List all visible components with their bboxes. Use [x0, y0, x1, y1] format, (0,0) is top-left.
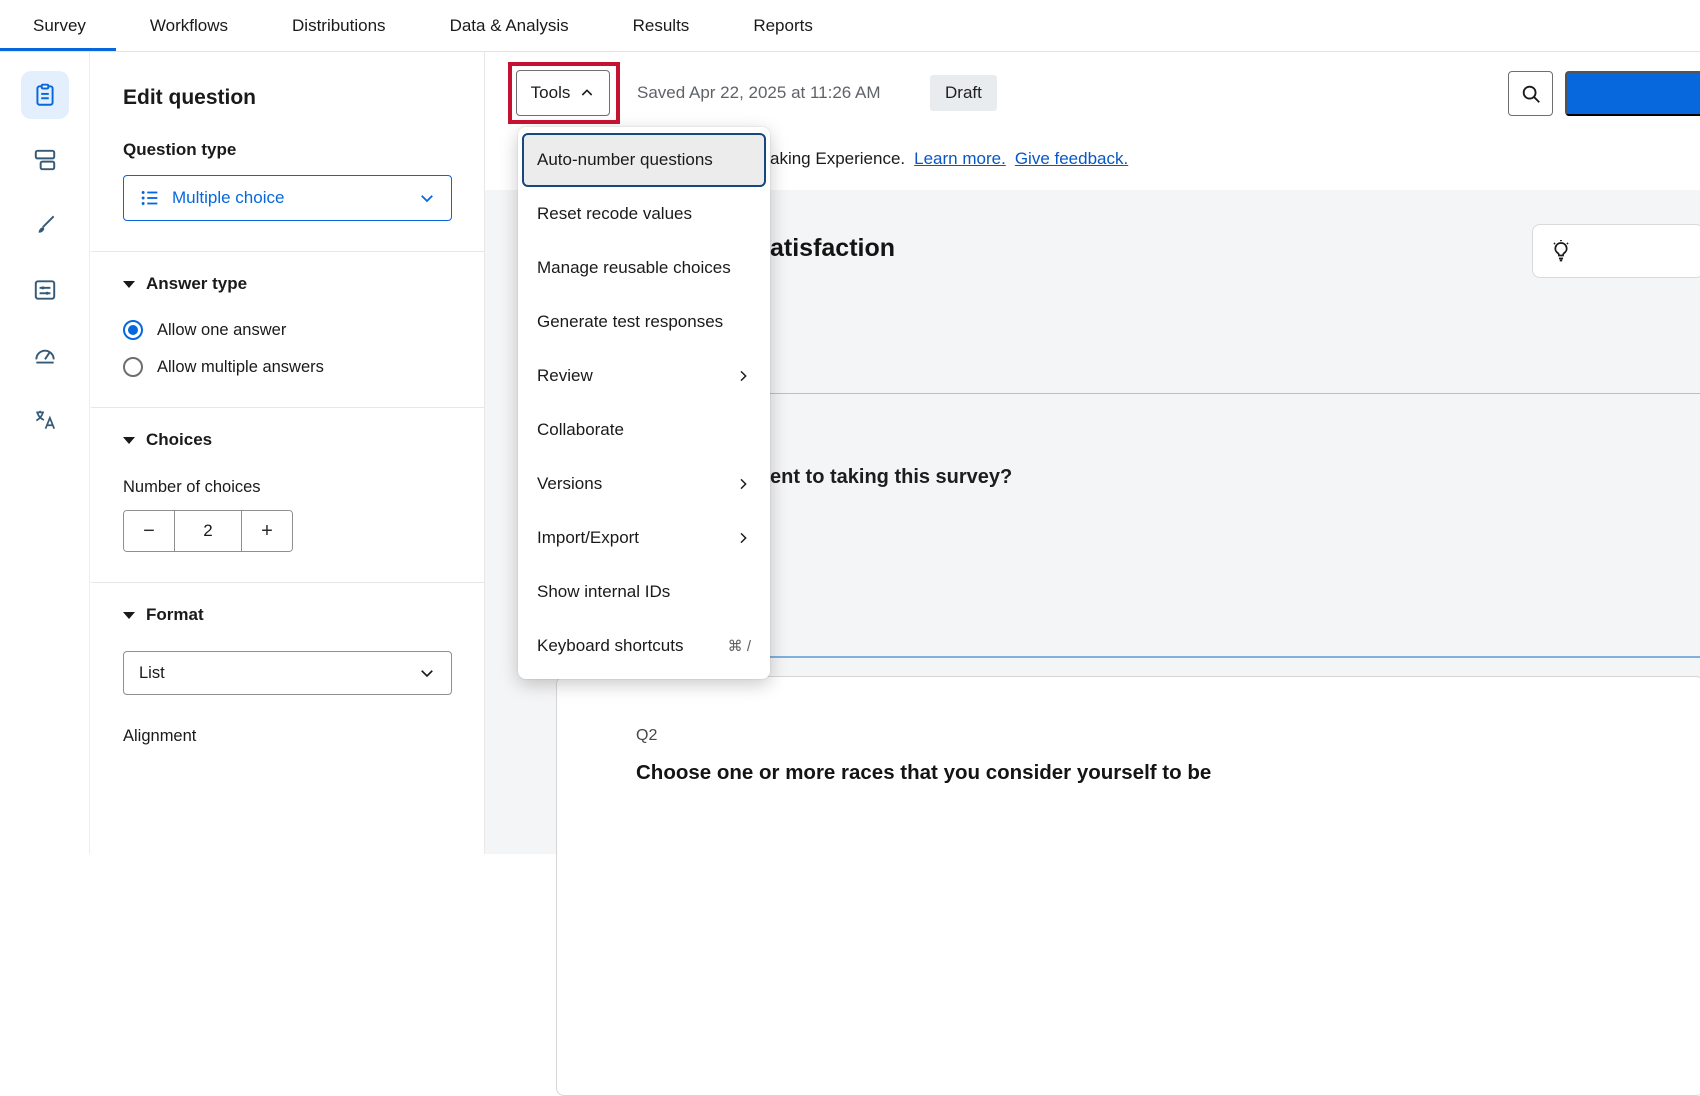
- saved-status-text: Saved Apr 22, 2025 at 11:26 AM: [637, 83, 881, 103]
- caret-down-icon: [123, 612, 135, 619]
- answer-type-section-header[interactable]: Answer type: [123, 274, 452, 294]
- blocks-icon: [32, 147, 58, 173]
- format-value: List: [139, 664, 165, 683]
- divider: [91, 407, 484, 408]
- radio-label: Allow multiple answers: [157, 358, 324, 377]
- radio-allow-multiple-answers[interactable]: Allow multiple answers: [123, 357, 452, 377]
- keyboard-shortcut-hint: ⌘ /: [728, 637, 751, 655]
- tab-data-analysis[interactable]: Data & Analysis: [450, 0, 569, 51]
- sliders-panel-icon: [32, 277, 58, 303]
- chevron-down-icon: [418, 189, 436, 207]
- question2-number: Q2: [636, 727, 657, 745]
- choices-label: Choices: [146, 430, 212, 450]
- question1-text-fragment[interactable]: ent to taking this survey?: [770, 466, 1012, 489]
- tab-reports[interactable]: Reports: [753, 0, 813, 51]
- learn-more-link[interactable]: Learn more.: [914, 149, 1006, 169]
- menu-item-label: Reset recode values: [537, 204, 692, 224]
- choices-section-header[interactable]: Choices: [123, 430, 452, 450]
- tab-distributions[interactable]: Distributions: [292, 0, 386, 51]
- format-select[interactable]: List: [123, 651, 452, 695]
- sidebar-item-translations[interactable]: [21, 396, 69, 444]
- left-icon-rail: [0, 52, 90, 854]
- publish-button-clipped[interactable]: [1565, 71, 1700, 116]
- gauge-icon: [32, 342, 58, 368]
- decrement-button[interactable]: −: [124, 511, 174, 551]
- sidebar-item-survey-options[interactable]: [21, 266, 69, 314]
- choices-stepper: − 2 +: [123, 510, 293, 552]
- radio-allow-one-answer[interactable]: Allow one answer: [123, 320, 452, 340]
- editor-toolbar: Tools Saved Apr 22, 2025 at 11:26 AM Dra…: [484, 52, 1700, 130]
- menu-item-auto-number-questions[interactable]: Auto-number questions: [524, 135, 764, 185]
- tab-workflows[interactable]: Workflows: [150, 0, 228, 51]
- menu-item-versions[interactable]: Versions: [518, 457, 770, 511]
- number-of-choices-label: Number of choices: [123, 478, 452, 497]
- give-feedback-link[interactable]: Give feedback.: [1015, 149, 1128, 169]
- list-type-icon: [139, 187, 161, 209]
- chevron-down-icon: [418, 664, 436, 682]
- sidebar-item-expert-review[interactable]: [21, 331, 69, 379]
- divider: [91, 251, 484, 252]
- lightbulb-icon: [1549, 239, 1573, 263]
- tools-button-label: Tools: [531, 83, 571, 103]
- increment-button[interactable]: +: [242, 511, 292, 551]
- tools-dropdown-menu: Auto-number questions Reset recode value…: [518, 127, 770, 679]
- chevron-up-icon: [579, 85, 595, 101]
- menu-item-label: Keyboard shortcuts: [537, 636, 683, 656]
- radio-label: Allow one answer: [157, 321, 286, 340]
- tab-survey[interactable]: Survey: [33, 0, 86, 51]
- tab-results[interactable]: Results: [633, 0, 690, 51]
- tools-button[interactable]: Tools: [516, 70, 610, 116]
- chevron-right-icon: [735, 368, 751, 384]
- alignment-label: Alignment: [123, 727, 452, 746]
- radio-unselected-icon: [123, 357, 143, 377]
- menu-item-label: Auto-number questions: [537, 150, 713, 170]
- menu-item-generate-test-responses[interactable]: Generate test responses: [518, 295, 770, 349]
- menu-item-label: Import/Export: [537, 528, 639, 548]
- chevron-right-icon: [735, 476, 751, 492]
- sidebar-item-look-and-feel[interactable]: [21, 201, 69, 249]
- menu-item-import-export[interactable]: Import/Export: [518, 511, 770, 565]
- paintbrush-icon: [32, 212, 58, 238]
- top-navigation: Survey Workflows Distributions Data & An…: [0, 0, 1700, 52]
- menu-item-label: Versions: [537, 474, 602, 494]
- menu-item-label: Manage reusable choices: [537, 258, 731, 278]
- question2-card[interactable]: Q2 Choose one or more races that you con…: [556, 676, 1700, 1096]
- question-type-select[interactable]: Multiple choice: [123, 175, 452, 221]
- chevron-right-icon: [735, 530, 751, 546]
- menu-item-show-internal-ids[interactable]: Show internal IDs: [518, 565, 770, 619]
- menu-item-label: Review: [537, 366, 593, 386]
- divider: [91, 582, 484, 583]
- search-button[interactable]: [1508, 71, 1553, 116]
- survey-title-fragment: atisfaction: [770, 234, 895, 263]
- question2-text: Choose one or more races that you consid…: [636, 761, 1211, 785]
- answer-type-label: Answer type: [146, 274, 247, 294]
- banner-message-fragment: aking Experience.: [770, 149, 905, 169]
- radio-selected-icon: [123, 320, 143, 340]
- translate-icon: [32, 407, 58, 433]
- sidebar-item-builder[interactable]: [21, 71, 69, 119]
- sidebar-item-survey-flow[interactable]: [21, 136, 69, 184]
- menu-item-label: Collaborate: [537, 420, 624, 440]
- clipboard-icon: [32, 82, 58, 108]
- search-icon: [1520, 83, 1542, 105]
- caret-down-icon: [123, 437, 135, 444]
- menu-item-label: Show internal IDs: [537, 582, 670, 602]
- menu-item-label: Generate test responses: [537, 312, 723, 332]
- format-section-header[interactable]: Format: [123, 605, 452, 625]
- question-type-label: Question type: [123, 140, 452, 160]
- menu-item-reset-recode-values[interactable]: Reset recode values: [518, 187, 770, 241]
- status-badge-draft: Draft: [930, 75, 997, 111]
- menu-item-collaborate[interactable]: Collaborate: [518, 403, 770, 457]
- panel-title: Edit question: [123, 86, 452, 110]
- caret-down-icon: [123, 281, 135, 288]
- menu-item-review[interactable]: Review: [518, 349, 770, 403]
- format-label: Format: [146, 605, 204, 625]
- question-type-value: Multiple choice: [172, 188, 284, 208]
- menu-item-keyboard-shortcuts[interactable]: Keyboard shortcuts ⌘ /: [518, 619, 770, 673]
- choices-count-value: 2: [174, 511, 242, 551]
- suggestions-panel[interactable]: [1532, 224, 1700, 278]
- menu-item-manage-reusable-choices[interactable]: Manage reusable choices: [518, 241, 770, 295]
- edit-question-panel: Edit question Question type Multiple cho…: [91, 52, 484, 854]
